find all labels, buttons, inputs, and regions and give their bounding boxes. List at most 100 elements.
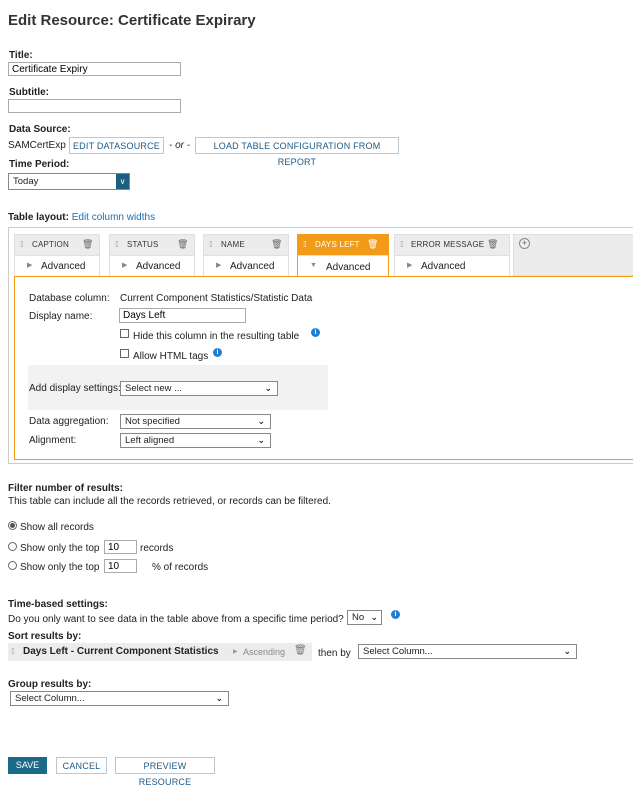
column-status[interactable]: ⁞⁞ STATUS 🗑 ▶ Advanced: [109, 234, 195, 277]
display-name-input[interactable]: [119, 308, 246, 323]
top-records-input[interactable]: [104, 540, 137, 554]
chevron-down-icon: ∨: [116, 174, 129, 189]
top-percent-input[interactable]: [104, 559, 137, 573]
sort-item[interactable]: ⁞⁞ Days Left - Current Component Statist…: [8, 643, 312, 661]
time-period-select[interactable]: Today ∨: [8, 173, 130, 190]
table-layout-header: Table layout: Edit column widths: [8, 212, 155, 223]
sort-label: Sort results by:: [8, 631, 82, 642]
data-aggregation-label: Data aggregation:: [29, 416, 109, 427]
filter-label: Filter number of results:: [8, 483, 124, 494]
then-by-select[interactable]: Select Column... ⌄: [358, 644, 577, 659]
datasource-name: SAMCertExp: [8, 140, 66, 151]
filter-description: This table can include all the records r…: [8, 496, 331, 507]
page-title: Edit Resource: Certificate Expirary: [8, 12, 256, 29]
drag-handle-icon[interactable]: ⁞⁞: [303, 240, 307, 249]
alignment-label: Alignment:: [29, 435, 77, 446]
hide-column-label: Hide this column in the resulting table: [133, 331, 300, 342]
drag-handle-icon[interactable]: ⁞⁞: [400, 240, 404, 249]
chevron-down-icon: ⌄: [257, 416, 265, 426]
column-name: ERROR MESSAGE: [411, 240, 485, 249]
chevron-right-icon: ▶: [407, 262, 413, 269]
column-name: CAPTION: [32, 240, 69, 249]
hide-column-checkbox[interactable]: [120, 329, 129, 338]
title-input[interactable]: [8, 62, 181, 76]
column-name-col[interactable]: ⁞⁞ NAME 🗑 ▶ Advanced: [203, 234, 289, 277]
drag-handle-icon[interactable]: ⁞⁞: [20, 240, 24, 249]
chevron-down-icon: ⌄: [264, 383, 272, 393]
then-by-label: then by: [318, 648, 351, 659]
trash-icon[interactable]: 🗑: [271, 239, 282, 250]
column-days-left[interactable]: ⁞⁞ DAYS LEFT 🗑 ▼ Advanced: [297, 234, 389, 278]
cancel-button[interactable]: CANCEL: [56, 757, 107, 774]
column-error-message[interactable]: ⁞⁞ ERROR MESSAGE 🗑 ▶ Advanced: [394, 234, 510, 277]
table-layout-label: Table layout:: [8, 212, 69, 223]
column-advanced[interactable]: ▶ Advanced: [110, 255, 194, 277]
show-all-radio[interactable]: [8, 521, 17, 530]
alignment-select[interactable]: Left aligned ⌄: [120, 433, 271, 448]
db-column-label: Database column:: [29, 293, 110, 304]
chevron-down-icon: ⌄: [370, 612, 378, 622]
load-table-config-button[interactable]: LOAD TABLE CONFIGURATION FROM REPORT: [195, 137, 399, 167]
records-suffix: records: [140, 543, 174, 554]
edit-column-widths-link[interactable]: Edit column widths: [72, 212, 155, 223]
show-top-percent-label: Show only the top: [20, 562, 100, 573]
subtitle-label: Subtitle:: [9, 87, 49, 98]
show-all-label: Show all records: [20, 522, 94, 533]
chevron-right-icon: ▶: [233, 649, 238, 655]
add-display-settings-label: Add display settings:: [29, 383, 121, 394]
column-advanced[interactable]: ▼ Advanced: [298, 255, 388, 278]
chevron-right-icon: ▶: [122, 262, 128, 269]
chevron-down-icon: ⌄: [257, 435, 265, 445]
time-based-label: Time-based settings:: [8, 599, 108, 610]
datasource-label: Data Source:: [9, 124, 71, 135]
time-period-value: Today: [13, 176, 39, 187]
column-name: STATUS: [127, 240, 159, 249]
sort-order[interactable]: Ascending: [243, 647, 285, 657]
or-text: - or -: [169, 140, 191, 151]
trash-icon[interactable]: 🗑: [487, 239, 498, 250]
data-aggregation-select[interactable]: Not specified ⌄: [120, 414, 271, 429]
subtitle-input[interactable]: [8, 99, 181, 113]
column-name: DAYS LEFT: [315, 240, 360, 249]
drag-handle-icon[interactable]: ⁞⁞: [209, 240, 213, 249]
trash-icon[interactable]: 🗑: [82, 239, 93, 250]
save-button[interactable]: SAVE: [8, 757, 47, 774]
group-label: Group results by:: [8, 679, 92, 690]
info-icon[interactable]: i: [391, 610, 400, 619]
trash-icon[interactable]: 🗑: [177, 239, 188, 250]
drag-handle-icon[interactable]: ⁞⁞: [115, 240, 119, 249]
show-top-percent-radio[interactable]: [8, 561, 17, 570]
trash-icon[interactable]: 🗑: [367, 239, 378, 250]
drag-handle-icon[interactable]: ⁞⁞: [11, 647, 15, 656]
title-label: Title:: [9, 50, 33, 61]
add-column-area: +: [513, 234, 633, 276]
display-name-label: Display name:: [29, 311, 93, 322]
sort-field: Days Left - Current Component Statistics: [23, 646, 219, 657]
column-advanced[interactable]: ▶ Advanced: [204, 255, 288, 277]
add-column-icon[interactable]: +: [519, 238, 530, 249]
db-column-value: Current Component Statistics/Statistic D…: [120, 293, 313, 304]
column-name: NAME: [221, 240, 245, 249]
preview-resource-button[interactable]: PREVIEW RESOURCE: [115, 757, 215, 787]
chevron-right-icon: ▶: [216, 262, 222, 269]
time-based-question: Do you only want to see data in the tabl…: [8, 614, 344, 625]
add-display-settings-select[interactable]: Select new ... ⌄: [120, 381, 278, 396]
column-advanced[interactable]: ▶ Advanced: [15, 255, 99, 277]
group-select[interactable]: Select Column... ⌄: [10, 691, 229, 706]
show-top-label: Show only the top: [20, 543, 100, 554]
info-icon[interactable]: i: [213, 348, 222, 357]
time-based-select[interactable]: No ⌄: [347, 610, 382, 625]
column-caption[interactable]: ⁞⁞ CAPTION 🗑 ▶ Advanced: [14, 234, 100, 277]
column-advanced[interactable]: ▶ Advanced: [395, 255, 509, 277]
percent-suffix: % of records: [152, 562, 209, 573]
allow-html-checkbox[interactable]: [120, 349, 129, 358]
info-icon[interactable]: i: [311, 328, 320, 337]
chevron-down-icon: ⌄: [215, 693, 223, 703]
chevron-down-icon: ▼: [310, 262, 317, 269]
chevron-down-icon: ⌄: [563, 646, 571, 656]
show-top-radio[interactable]: [8, 542, 17, 551]
chevron-right-icon: ▶: [27, 262, 33, 269]
time-period-label: Time Period:: [9, 159, 70, 170]
trash-icon[interactable]: 🗑: [294, 645, 307, 656]
edit-datasource-button[interactable]: EDIT DATASOURCE: [69, 137, 164, 154]
